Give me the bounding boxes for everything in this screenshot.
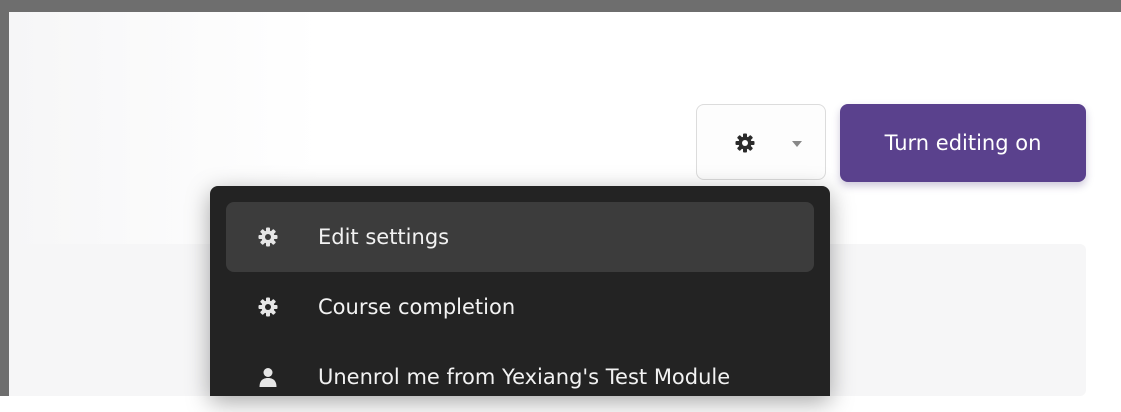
gear-icon	[258, 227, 278, 247]
user-icon	[259, 368, 277, 387]
menu-item-edit-settings[interactable]: Edit settings	[226, 202, 814, 272]
menu-item-label: Unenrol me from Yexiang's Test Module	[318, 365, 731, 389]
turn-editing-on-button[interactable]: Turn editing on	[840, 104, 1086, 182]
chevron-down-icon	[792, 141, 802, 147]
menu-item-label: Edit settings	[318, 225, 450, 249]
menu-item-course-completion[interactable]: Course completion	[226, 272, 814, 342]
window-frame-top	[0, 0, 1121, 12]
menu-item-label: Course completion	[318, 295, 516, 319]
window-frame-left	[0, 0, 9, 396]
gear-icon	[735, 133, 755, 153]
settings-dropdown-menu: Edit settings Course completion Unenrol …	[210, 186, 830, 396]
course-settings-menu-button[interactable]	[696, 104, 826, 180]
gear-icon	[258, 297, 278, 317]
menu-item-unenrol[interactable]: Unenrol me from Yexiang's Test Module	[226, 342, 814, 412]
